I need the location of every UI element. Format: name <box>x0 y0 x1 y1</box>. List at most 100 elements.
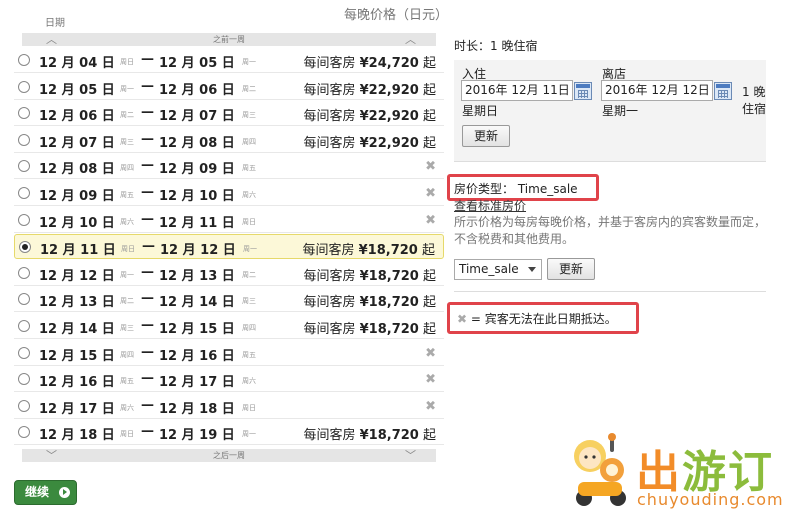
checkout-date: 12 月 06 日 <box>159 82 235 98</box>
checkout-date: 12 月 16 日 <box>159 348 235 364</box>
standard-rate-link[interactable]: 查看标准房价 <box>454 197 526 214</box>
date-row[interactable]: 12 月 06 日周二 — 12 月 07 日周三 每间客房 ¥22,920 起 <box>14 101 444 127</box>
date-radio[interactable] <box>18 320 30 332</box>
date-row[interactable]: 12 月 12 日周一 — 12 月 13 日周二 每间客房 ¥18,720 起 <box>14 261 444 286</box>
price-prefix: 每间客房 <box>302 243 355 259</box>
checkin-date: 12 月 18 日 <box>39 428 115 444</box>
row-price: 每间客房 ¥22,920 起 <box>303 79 436 98</box>
date-row[interactable]: 12 月 17 日周六 — 12 月 18 日周日 ✖ <box>14 394 444 419</box>
row-price: 每间客房 ¥18,720 起 <box>303 318 436 337</box>
row-price: 每间客房 ¥24,720 起 <box>303 52 436 71</box>
date-row[interactable]: 12 月 16 日周五 — 12 月 17 日周六 ✖ <box>14 367 444 393</box>
chevron-up-icon: ︿ <box>405 33 416 46</box>
continue-button[interactable]: 继续 <box>14 480 77 505</box>
date-radio[interactable] <box>18 399 30 412</box>
checkin-weekday: 周一 <box>120 270 134 279</box>
date-radio[interactable] <box>18 107 30 120</box>
checkout-weekday: 周四 <box>242 324 256 332</box>
calendar-icon[interactable] <box>714 82 732 100</box>
checkout-date: 12 月 10 日 <box>159 189 235 204</box>
price-prefix: 每间客房 <box>303 56 356 71</box>
checkout-date: 12 月 19 日 <box>159 428 235 444</box>
price-suffix: 起 <box>422 322 436 337</box>
date-separator: — <box>141 344 154 360</box>
checkout-weekday: 周一 <box>242 58 256 66</box>
date-radio[interactable] <box>18 187 30 199</box>
date-radio[interactable] <box>19 241 31 254</box>
continue-label: 继续 <box>25 485 50 499</box>
price-value: ¥18,720 <box>359 268 419 284</box>
date-row[interactable]: 12 月 07 日周三 — 12 月 08 日周四 每间客房 ¥22,920 起 <box>14 128 444 153</box>
price-suffix: 起 <box>422 268 436 284</box>
date-radio[interactable] <box>18 160 30 173</box>
previous-week-label: 之前一周 <box>213 35 245 44</box>
date-separator: — <box>141 291 154 307</box>
date-radio[interactable] <box>18 80 30 93</box>
date-separator: — <box>141 318 154 333</box>
checkin-weekday: 周三 <box>120 137 134 146</box>
checkout-weekday: 周日 <box>242 217 256 226</box>
price-suffix: 起 <box>422 82 436 98</box>
date-separator: — <box>141 78 154 94</box>
date-row[interactable]: 12 月 11 日周日 — 12 月 12 日周一 每间客房 ¥18,720 起 <box>14 234 444 260</box>
update-rate-button[interactable]: 更新 <box>547 258 595 280</box>
chevron-up-icon: ︿ <box>46 33 57 46</box>
price-prefix: 每间客房 <box>303 268 356 284</box>
date-radio[interactable] <box>18 293 30 306</box>
x-icon: ✖ <box>425 186 436 201</box>
date-row[interactable]: 12 月 13 日周二 — 12 月 14 日周三 每间客房 ¥18,720 起 <box>14 287 444 313</box>
unavailable-legend: ✖ = 宾客无法在此日期抵达。 <box>457 310 617 327</box>
date-separator: — <box>141 131 154 147</box>
next-week-button[interactable]: ﹀ 之后一周 ﹀ <box>22 449 436 462</box>
date-row[interactable]: 12 月 09 日周五 — 12 月 10 日周六 ✖ <box>14 181 444 206</box>
checkin-date: 12 月 05 日 <box>39 82 115 98</box>
date-radio[interactable] <box>18 54 30 66</box>
checkin-date: 12 月 15 日 <box>39 348 115 364</box>
checkout-weekday: 周四 <box>242 137 256 146</box>
previous-week-button[interactable]: ︿ 之前一周 ︿ <box>22 33 436 46</box>
date-row[interactable]: 12 月 10 日周六 — 12 月 11 日周日 ✖ <box>14 208 444 233</box>
date-row[interactable]: 12 月 04 日周日 — 12 月 05 日周一 每间客房 ¥24,720 起 <box>14 48 444 73</box>
date-row[interactable]: 12 月 05 日周一 — 12 月 06 日周二 每间客房 ¥22,920 起 <box>14 75 444 100</box>
checkin-date: 12 月 06 日 <box>39 109 115 125</box>
date-radio[interactable] <box>18 373 30 386</box>
price-value: ¥18,720 <box>359 322 419 337</box>
date-radio[interactable] <box>18 133 30 146</box>
date-radio[interactable] <box>18 426 30 439</box>
calendar-icon[interactable] <box>574 82 592 100</box>
date-row[interactable]: 12 月 15 日周四 — 12 月 16 日周五 ✖ <box>14 341 444 366</box>
price-suffix: 起 <box>422 109 436 125</box>
stay-duration: 时长：1 晚住宿 <box>454 39 538 53</box>
checkout-date-input[interactable]: 2016年 12月 12日 <box>601 80 713 101</box>
date-row[interactable]: 12 月 08 日周四 — 12 月 09 日周五 ✖ <box>14 154 444 180</box>
checkin-date: 12 月 17 日 <box>39 401 115 417</box>
checkin-date: 12 月 14 日 <box>39 322 115 337</box>
price-value: ¥18,720 <box>359 295 419 311</box>
date-radio[interactable] <box>18 213 30 226</box>
price-prefix: 每间客房 <box>303 322 356 337</box>
checkin-date: 12 月 12 日 <box>39 268 115 284</box>
date-row[interactable]: 12 月 14 日周三 — 12 月 15 日周四 每间客房 ¥18,720 起 <box>14 314 444 339</box>
checkout-weekday: 周五 <box>242 350 256 359</box>
checkout-weekday: 周六 <box>242 377 256 386</box>
checkin-date-input[interactable]: 2016年 12月 11日 <box>461 80 573 101</box>
date-row[interactable]: 12 月 18 日周日 — 12 月 19 日周一 每间客房 ¥18,720 起 <box>14 420 444 446</box>
checkin-weekday: 周四 <box>120 164 134 173</box>
date-separator: — <box>141 158 154 174</box>
brand-site: chuyouding.com <box>637 490 784 509</box>
checkout-weekday: 星期一 <box>602 104 639 118</box>
date-radio[interactable] <box>18 266 30 279</box>
rate-type-select[interactable]: Time_sale <box>454 259 542 280</box>
checkin-weekday: 星期日 <box>462 104 499 118</box>
date-radio[interactable] <box>18 346 30 359</box>
chevron-down-icon: ﹀ <box>46 449 57 462</box>
checkout-date: 12 月 13 日 <box>159 268 235 284</box>
row-price: 每间客房 ¥18,720 起 <box>303 265 436 284</box>
checkin-weekday: 周三 <box>120 324 134 332</box>
checkin-date: 12 月 08 日 <box>39 162 115 178</box>
checkout-date: 12 月 09 日 <box>159 162 235 178</box>
update-dates-button[interactable]: 更新 <box>462 125 510 147</box>
checkin-date: 12 月 11 日 <box>40 243 116 259</box>
checkout-weekday: 周三 <box>242 111 256 120</box>
price-prefix: 每间客房 <box>303 295 356 311</box>
